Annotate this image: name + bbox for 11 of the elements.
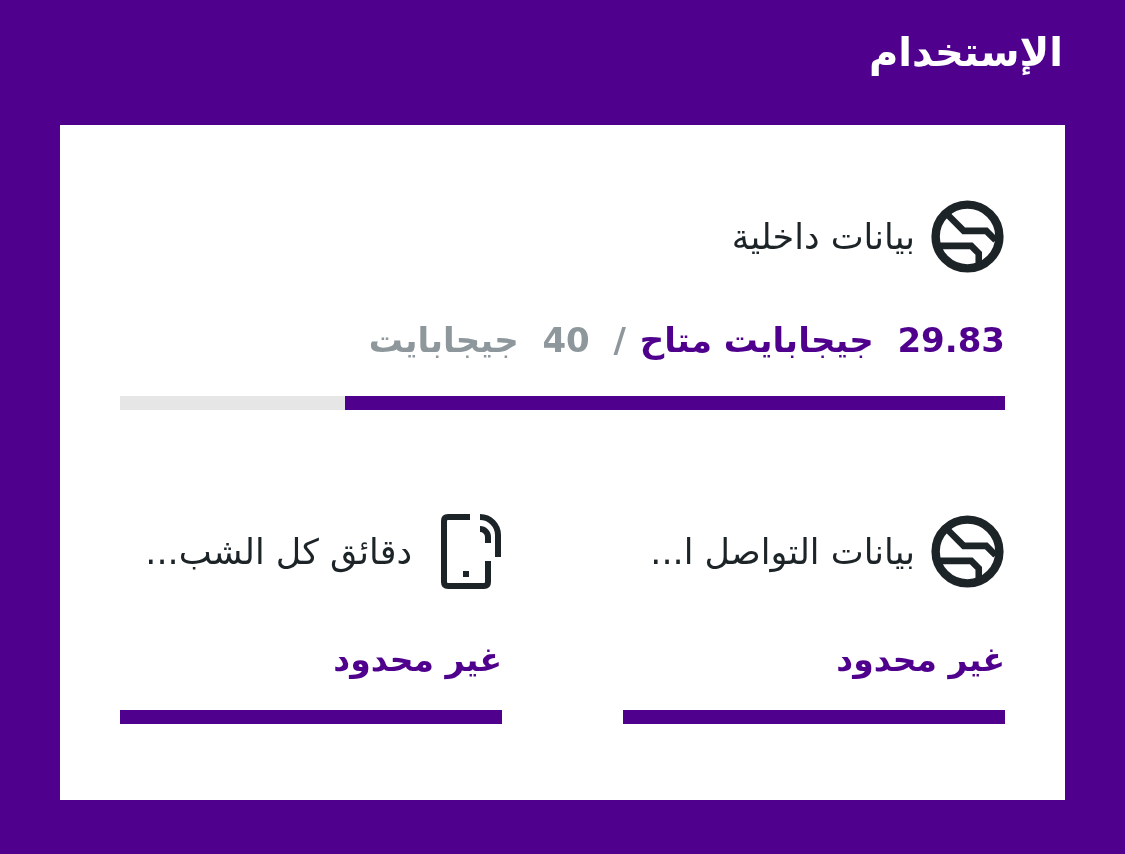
allowance-title: دقائق كل الشب... xyxy=(145,530,412,575)
globe-icon xyxy=(930,198,1005,275)
page-title: الإستخدام xyxy=(868,28,1063,78)
globe-icon xyxy=(930,513,1005,590)
allowance-title: بيانات التواصل ا... xyxy=(650,530,915,575)
phone-icon xyxy=(440,513,502,590)
total-amount: / 40 جيجابايت xyxy=(368,319,626,362)
available-amount: 29.83 جيجابايت متاح xyxy=(639,319,1005,362)
allowance-value: غير محدود xyxy=(836,639,1005,682)
allowance-value: غير محدود xyxy=(333,639,502,682)
section-title: بيانات داخلية xyxy=(731,215,915,259)
